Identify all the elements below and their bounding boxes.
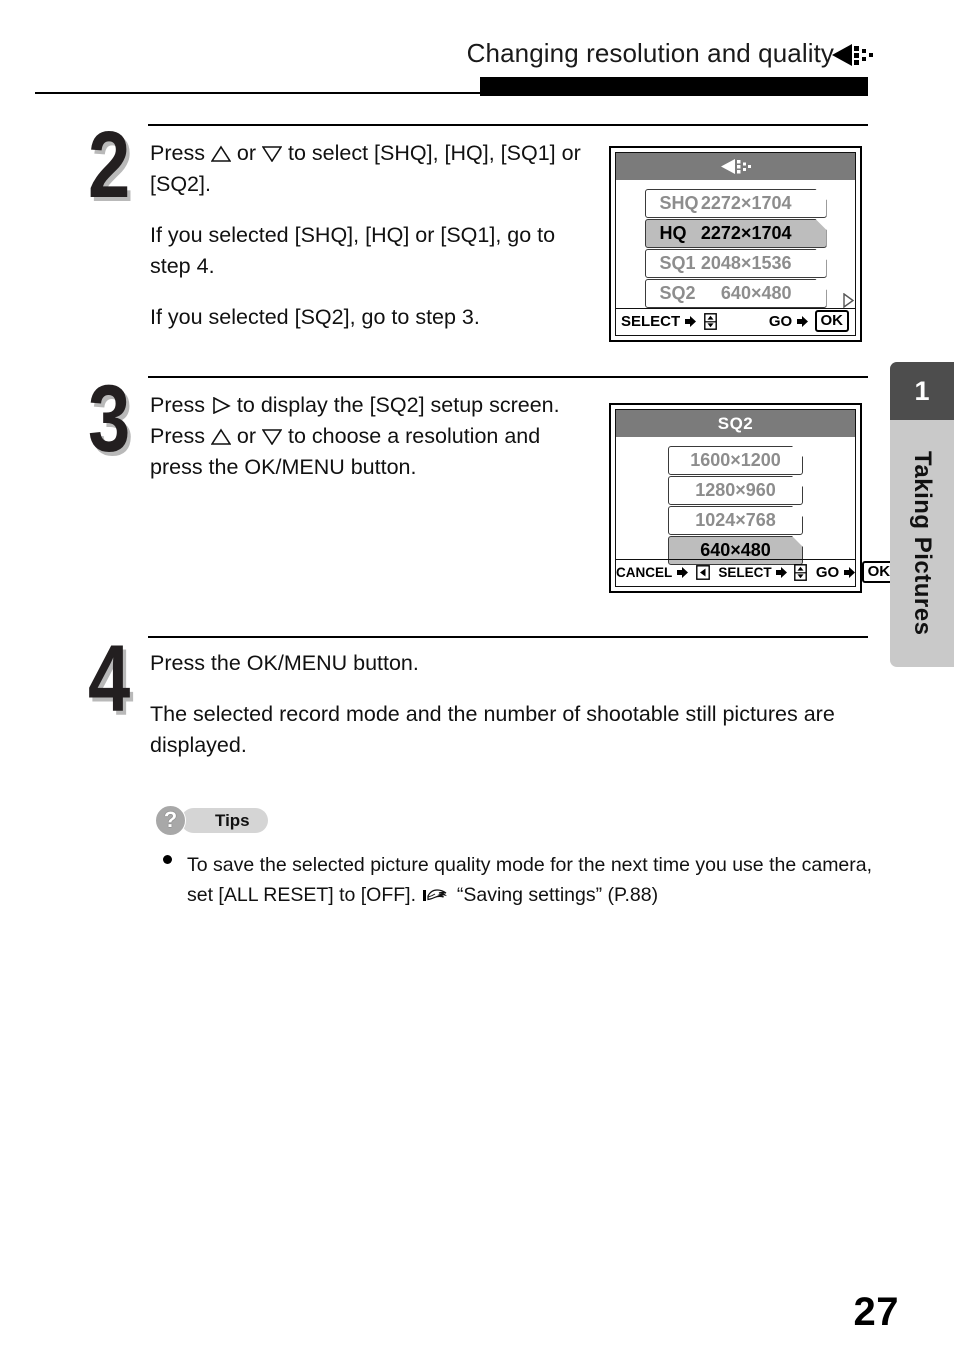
arrow-right-icon <box>797 310 809 327</box>
arrow-right-icon <box>776 561 788 578</box>
step-4-number: 4 <box>88 626 131 732</box>
lcd-quality-footer: SELECT GO OK <box>616 308 855 335</box>
lcd-quality-rows: SHQ 2272×1704 HQ 2272×1704 SQ1 2048×1536… <box>616 189 855 308</box>
lcd-quality-go-label: GO <box>768 313 793 330</box>
lcd-row-hq[interactable]: HQ 2272×1704 <box>645 219 827 248</box>
page-title: Changing resolution and quality <box>466 38 834 68</box>
step-4-paragraph-2: The selected record mode and the number … <box>150 702 835 757</box>
lcd-sq2-row-1600x1200-value: 1600×1200 <box>690 450 781 470</box>
list-item: To save the selected picture quality mod… <box>155 850 895 910</box>
arrow-right-icon <box>685 310 697 327</box>
step-4-body: Press the OK/MENU button. The selected r… <box>150 648 865 761</box>
updown-pad-icon <box>703 313 717 330</box>
lcd-sq2-row-1024x768[interactable]: 1024×768 <box>668 506 803 535</box>
tips-badge: Tips <box>181 808 268 833</box>
tips-label: Tips <box>215 811 250 830</box>
step-4-paragraph-1: Press the OK/MENU button. <box>150 651 419 675</box>
chapter-number: 1 <box>890 362 954 420</box>
lcd-row-hq-value: 2272×1704 <box>700 223 792 243</box>
step-3-text-1: to display the [SQ2] setup screen. <box>236 393 560 417</box>
lcd-sq2-screen: SQ2 1600×1200 1280×960 1024×768 640×480 … <box>609 403 897 593</box>
lcd-sq2-rows: 1600×1200 1280×960 1024×768 640×480 <box>616 446 855 566</box>
bullet-icon <box>163 855 172 864</box>
step-2-paragraph-1: Press or to select [SHQ], [HQ], [SQ1] or… <box>150 141 581 196</box>
left-pad-icon <box>695 563 710 580</box>
header-rule <box>35 92 480 94</box>
lcd-quality-titlebar <box>616 153 855 180</box>
right-triangle-icon <box>211 397 231 414</box>
question-mark-glyph: ? <box>163 807 178 832</box>
step-2-body: Press or to select [SHQ], [HQ], [SQ1] or… <box>150 138 600 333</box>
lcd-sq2-cancel-hint: CANCEL <box>616 560 712 586</box>
header-black-bar <box>480 77 868 96</box>
lcd-quality-go-hint: GO OK <box>769 309 849 335</box>
lcd-row-sq2[interactable]: SQ2 640×480 <box>645 279 827 308</box>
chapter-title: Taking Pictures <box>909 451 936 636</box>
arrow-right-icon <box>676 561 688 578</box>
lcd-quality-select-hint: SELECT <box>621 309 718 335</box>
lcd-row-shq-label: SHQ <box>659 193 699 213</box>
step-3-rule <box>148 376 868 378</box>
ok-button[interactable]: OK <box>814 310 849 332</box>
page-header: Changing resolution and quality <box>0 0 954 100</box>
step-2-paragraph-2: If you selected [SHQ], [HQ] or [SQ1], go… <box>150 223 556 278</box>
lcd-row-sq1[interactable]: SQ1 2048×1536 <box>645 249 827 278</box>
lcd-row-hq-label: HQ <box>659 223 687 243</box>
lcd-sq2-row-1024x768-value: 1024×768 <box>695 510 776 530</box>
lcd-sq2-inner: SQ2 1600×1200 1280×960 1024×768 640×480 … <box>615 409 897 587</box>
lcd-sq2-row-1600x1200[interactable]: 1600×1200 <box>668 446 803 475</box>
down-triangle-icon <box>262 145 283 162</box>
lcd-sq2-select-hint: SELECT <box>718 560 808 586</box>
tips-item-text: To save the selected picture quality mod… <box>187 850 887 910</box>
lcd-quality-screen: SHQ 2272×1704 HQ 2272×1704 SQ1 2048×1536… <box>609 146 862 342</box>
lcd-sq2-go-label: GO <box>815 564 840 581</box>
lcd-row-sq2-value: 640×480 <box>720 283 792 303</box>
step-4-rule <box>148 636 868 638</box>
lcd-sq2-row-1280x960-value: 1280×960 <box>695 480 776 500</box>
step-3-body: Press to display the [SQ2] setup screen.… <box>150 390 590 483</box>
lcd-sq2-titlebar: SQ2 <box>616 410 855 437</box>
lcd-quality-inner: SHQ 2272×1704 HQ 2272×1704 SQ1 2048×1536… <box>615 152 856 336</box>
lcd-quality-select-label: SELECT <box>621 313 681 330</box>
pointing-hand-icon <box>423 883 449 901</box>
chapter-tab: 1 Taking Pictures <box>890 362 954 667</box>
down-triangle-icon <box>262 428 283 445</box>
lcd-row-shq-value: 2272×1704 <box>700 193 792 213</box>
arrow-right-icon <box>844 561 856 578</box>
lcd-sq2-cancel-label: CANCEL <box>616 565 673 580</box>
step-3-paragraph-1: Press to display the [SQ2] setup screen. <box>150 393 560 417</box>
quality-triangle-icon <box>719 157 753 176</box>
lcd-row-sq2-label: SQ2 <box>659 283 696 303</box>
lcd-sq2-go-hint: GO OK <box>815 560 897 586</box>
updown-pad-icon <box>794 564 808 581</box>
up-triangle-icon <box>210 145 231 162</box>
step-2-rule <box>148 124 868 126</box>
lcd-sq2-row-1280x960[interactable]: 1280×960 <box>668 476 803 505</box>
page-number: 27 <box>853 1290 899 1334</box>
step-3-paragraph-2: Press or to choose a resolution and pres… <box>150 424 541 479</box>
lcd-row-sq1-label: SQ1 <box>659 253 696 273</box>
tips-list: To save the selected picture quality mod… <box>155 850 895 910</box>
step-2-paragraph-3: If you selected [SQ2], go to step 3. <box>150 305 480 329</box>
tips-item-reference: “Saving settings” (P.88) <box>456 884 659 906</box>
lcd-sq2-footer: CANCEL SELECT GO OK <box>616 559 897 586</box>
lcd-row-sq1-value: 2048×1536 <box>700 253 792 273</box>
quality-triangle-icon <box>830 42 874 68</box>
up-triangle-icon <box>210 428 231 445</box>
step-3-number: 3 <box>88 366 131 472</box>
lcd-row-shq[interactable]: SHQ 2272×1704 <box>645 189 827 218</box>
step-3-text-2: to choose a resolution and press the OK/… <box>150 424 541 479</box>
step-2-number: 2 <box>88 112 131 218</box>
lcd-sq2-select-label: SELECT <box>718 565 772 580</box>
